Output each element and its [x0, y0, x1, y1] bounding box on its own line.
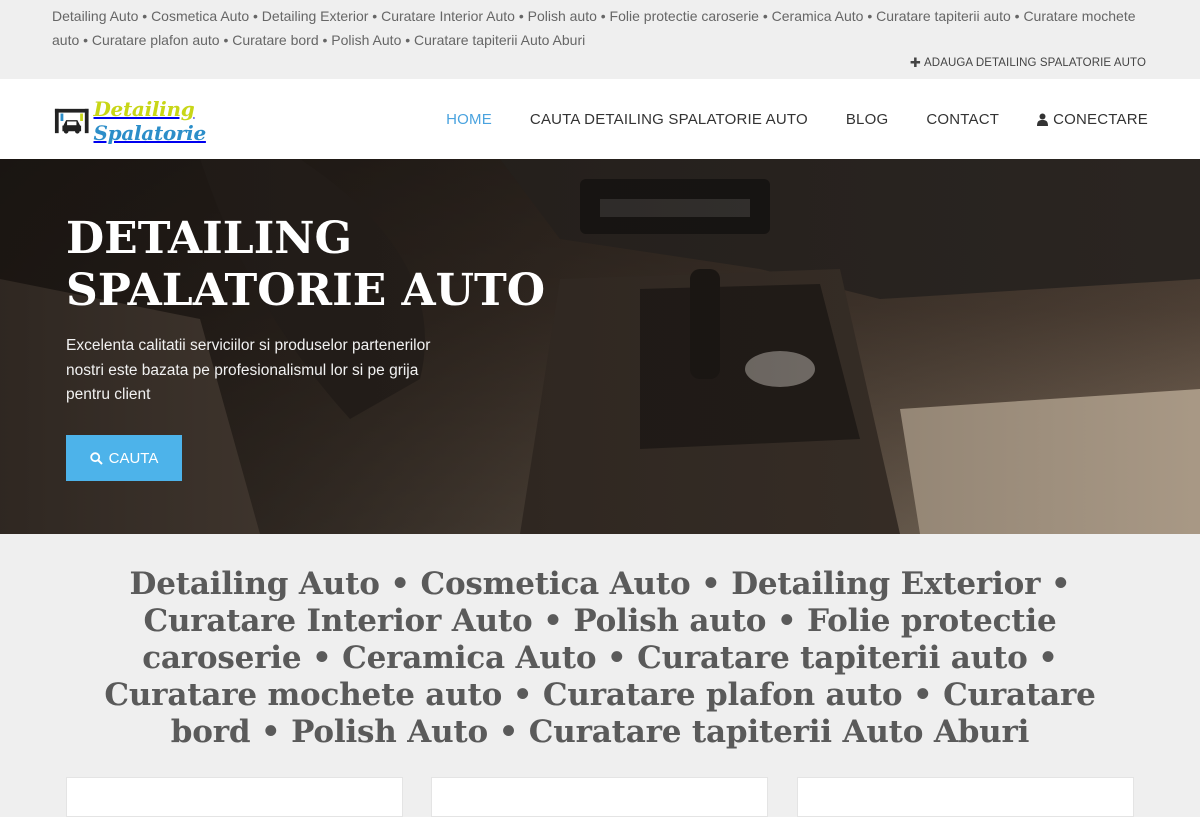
nav-blog[interactable]: BLOG	[846, 111, 888, 128]
add-listing-label: ADAUGA DETAILING SPALATORIE AUTO	[924, 57, 1146, 69]
add-listing-link[interactable]: ✚ ADAUGA DETAILING SPALATORIE AUTO	[910, 55, 1146, 71]
hero-title: DETAILING SPALATORIE AUTO	[66, 213, 586, 317]
services-heading: Detailing Auto • Cosmetica Auto • Detail…	[104, 566, 1096, 750]
plus-icon: ✚	[910, 55, 922, 70]
nav-contact[interactable]: CONTACT	[926, 111, 999, 128]
site-logo[interactable]: Detailing Spalatorie	[54, 97, 299, 145]
logo-text: Detailing Spalatorie	[94, 97, 300, 145]
top-bar: Detailing Auto • Cosmetica Auto • Detail…	[0, 0, 1200, 79]
hero-search-label: CAUTA	[108, 449, 159, 467]
user-icon	[1037, 113, 1049, 126]
service-tags-text: Detailing Auto • Cosmetica Auto • Detail…	[52, 8, 1136, 48]
search-icon	[89, 451, 103, 465]
nav-home[interactable]: HOME	[446, 111, 492, 128]
car-wash-icon	[54, 108, 89, 134]
listing-card[interactable]	[797, 777, 1134, 817]
logo-word-2: Spalatorie	[93, 121, 207, 145]
logo-word-1: Detailing	[93, 97, 195, 121]
listing-card[interactable]	[66, 777, 403, 817]
hero-banner: DETAILING SPALATORIE AUTO Excelenta cali…	[0, 159, 1200, 534]
hero-title-line-2: SPALATORIE AUTO	[66, 265, 546, 316]
nav-search-listings[interactable]: CAUTA DETAILING SPALATORIE AUTO	[530, 111, 808, 128]
listing-card[interactable]	[431, 777, 768, 817]
site-header: Detailing Spalatorie HOME CAUTA DETAILIN…	[0, 79, 1200, 159]
nav-login-label: CONECTARE	[1053, 110, 1148, 128]
hero-title-line-1: DETAILING	[66, 213, 353, 264]
main-nav: HOME CAUTA DETAILING SPALATORIE AUTO BLO…	[408, 79, 1148, 159]
hero-subtitle: Excelenta calitatii serviciilor si produ…	[66, 337, 431, 403]
nav-login[interactable]: CONECTARE	[1037, 111, 1148, 128]
hero-search-button[interactable]: CAUTA	[66, 435, 182, 481]
